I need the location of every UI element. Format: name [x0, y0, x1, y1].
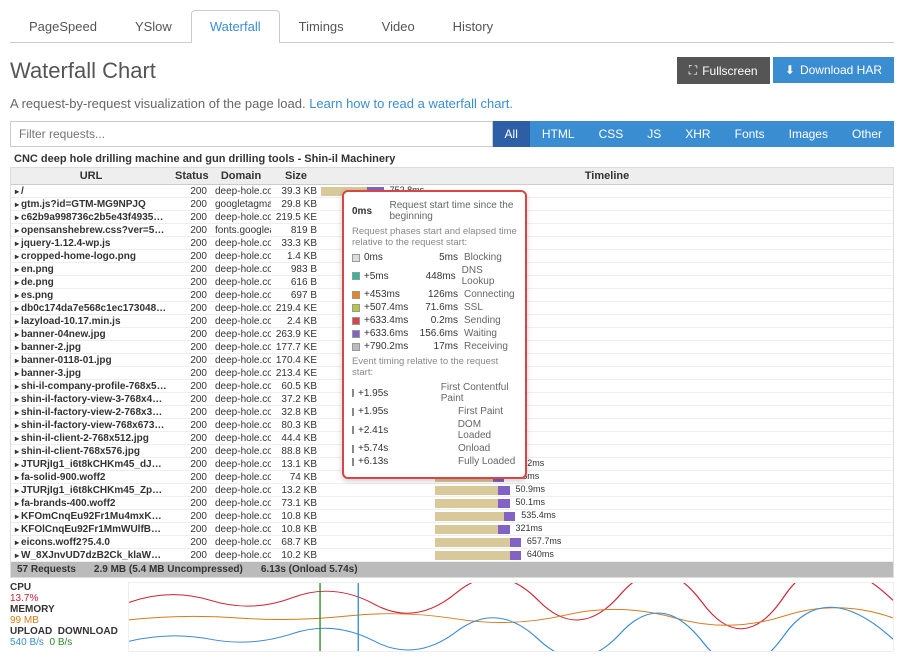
- filter-js[interactable]: JS: [635, 121, 673, 147]
- subtitle: A request-by-request visualization of th…: [10, 96, 894, 111]
- fullscreen-button[interactable]: ⛶Fullscreen: [677, 57, 770, 84]
- tab-yslow[interactable]: YSlow: [116, 10, 191, 42]
- tab-waterfall[interactable]: Waterfall: [191, 10, 280, 43]
- tab-video[interactable]: Video: [363, 10, 434, 42]
- learn-link[interactable]: Learn how to read a waterfall chart.: [309, 96, 513, 111]
- tab-history[interactable]: History: [434, 10, 512, 42]
- summary-bar: 57 Requests 2.9 MB (5.4 MB Uncompressed)…: [11, 562, 893, 577]
- filter-fonts[interactable]: Fonts: [723, 121, 777, 147]
- metrics-chart: [128, 582, 894, 652]
- download-har-button[interactable]: ⬇Download HAR: [773, 57, 894, 83]
- page-title: Waterfall Chart: [10, 58, 156, 84]
- filter-xhr[interactable]: XHR: [673, 121, 722, 147]
- filter-other[interactable]: Other: [840, 121, 894, 147]
- main-tabs: PageSpeed YSlow Waterfall Timings Video …: [10, 10, 894, 43]
- download-icon: ⬇: [785, 63, 795, 77]
- fullscreen-icon: ⛶: [689, 63, 697, 78]
- tab-pagespeed[interactable]: PageSpeed: [10, 10, 116, 42]
- filter-images[interactable]: Images: [777, 121, 840, 147]
- filter-input[interactable]: [10, 121, 493, 147]
- page-caption: CNC deep hole drilling machine and gun d…: [10, 151, 894, 167]
- filter-css[interactable]: CSS: [587, 121, 636, 147]
- filter-all[interactable]: All: [493, 121, 530, 147]
- metrics-labels: CPU 13.7% MEMORY 99 MB UPLOAD DOWNLOAD 5…: [10, 582, 118, 652]
- tab-timings[interactable]: Timings: [280, 10, 363, 42]
- table-row[interactable]: W_8XJnvUD7dzB2Ck_klaWUM...200deep-hole.c…: [11, 549, 893, 562]
- filter-html[interactable]: HTML: [530, 121, 587, 147]
- grid-header: URL Status Domain Size Timeline: [11, 168, 893, 185]
- timing-tooltip: 0msRequest start time since the beginnin…: [342, 190, 527, 479]
